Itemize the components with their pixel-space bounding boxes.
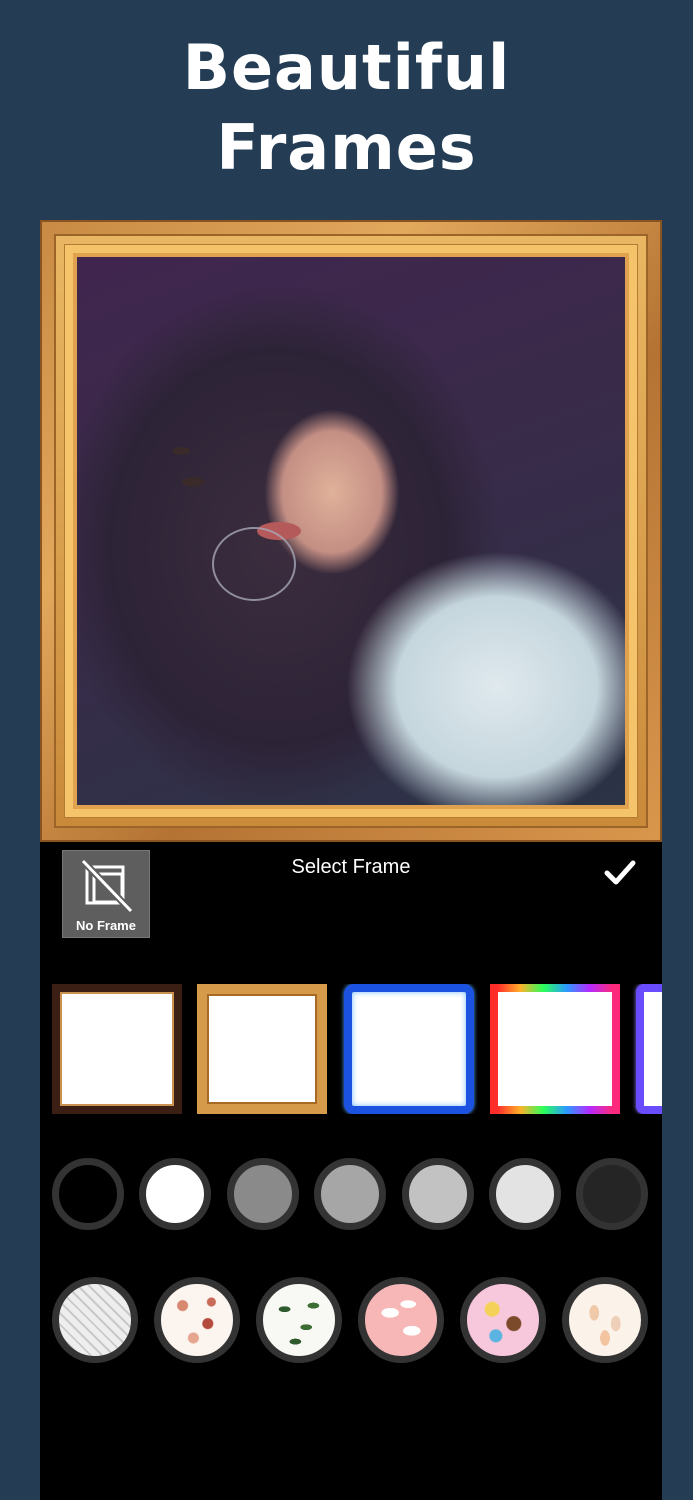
pattern-swatch-pink-clouds[interactable]	[358, 1277, 444, 1363]
color-swatch-silver[interactable]	[314, 1158, 386, 1230]
color-swatch-lighter-gray[interactable]	[489, 1158, 561, 1230]
portrait-photo	[77, 257, 625, 805]
frame-thumbnail-row	[52, 984, 662, 1114]
pattern-swatch-beige-feathers[interactable]	[562, 1277, 648, 1363]
panel-title: Select Frame	[291, 856, 411, 878]
pattern-swatch-green-leaves[interactable]	[256, 1277, 342, 1363]
headline-line-1: Beautiful	[182, 31, 511, 104]
frame-thumbnail-purple-neon[interactable]	[636, 984, 662, 1114]
color-swatch-black[interactable]	[52, 1158, 124, 1230]
color-swatch-charcoal[interactable]	[576, 1158, 648, 1230]
frame-thumbnail-dark-wood[interactable]	[52, 984, 182, 1114]
frame-thumbnail-gold[interactable]	[197, 984, 327, 1114]
checkmark-icon[interactable]	[600, 852, 640, 892]
no-frame-label: No Frame	[76, 918, 136, 933]
frame-selection-panel: No Frame Select Frame	[40, 842, 662, 1500]
color-swatch-light-gray[interactable]	[402, 1158, 474, 1230]
color-swatch-gray[interactable]	[227, 1158, 299, 1230]
frame-thumbnail-rainbow-neon[interactable]	[490, 984, 620, 1114]
pattern-swatch-grey-waves[interactable]	[52, 1277, 138, 1363]
headline: Beautiful Frames	[0, 28, 693, 188]
pattern-swatch-row	[52, 1277, 652, 1367]
pattern-swatch-autumn-leaves[interactable]	[154, 1277, 240, 1363]
headline-line-2: Frames	[216, 111, 477, 184]
frame-thumbnail-blue-neon[interactable]	[344, 984, 474, 1114]
pattern-swatch-cupcakes[interactable]	[460, 1277, 546, 1363]
color-swatch-white[interactable]	[139, 1158, 211, 1230]
framed-photo-preview	[40, 220, 662, 842]
color-swatch-row	[52, 1158, 652, 1234]
